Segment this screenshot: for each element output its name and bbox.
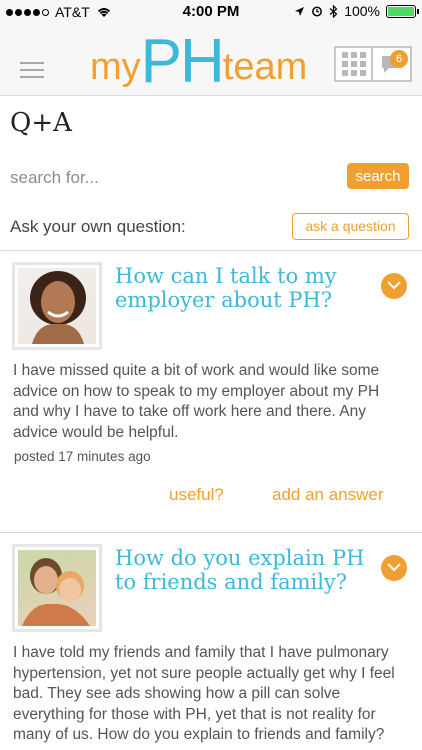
- status-right: 100%: [294, 3, 419, 19]
- posted-time: posted 17 minutes ago: [14, 449, 151, 464]
- avatar[interactable]: [12, 544, 102, 632]
- battery-icon: [386, 4, 419, 18]
- app-header: my PH team: [0, 24, 422, 96]
- add-answer-link[interactable]: add an answer: [272, 485, 384, 505]
- logo-team: team: [222, 46, 308, 88]
- logo-ph: PH: [140, 27, 225, 96]
- app-logo: my PH team: [90, 27, 308, 96]
- notification-badge: 6: [390, 50, 408, 68]
- question-title[interactable]: How can I talk to my employer about PH?: [115, 264, 370, 312]
- alarm-icon: [312, 6, 323, 17]
- avatar[interactable]: [12, 262, 102, 350]
- search-button[interactable]: search: [347, 163, 409, 189]
- menu-icon[interactable]: [20, 62, 44, 83]
- bluetooth-icon: [329, 4, 338, 18]
- question-body: I have told my friends and family that I…: [13, 644, 395, 743]
- question-body: I have missed quite a bit of work and wo…: [13, 362, 380, 441]
- useful-link[interactable]: useful?: [169, 485, 224, 505]
- apps-grid-icon[interactable]: [336, 48, 374, 80]
- divider: [0, 250, 422, 251]
- divider: [0, 532, 422, 533]
- chevron-down-icon[interactable]: [381, 273, 407, 299]
- page-title: Q+A: [10, 108, 72, 138]
- chevron-down-icon[interactable]: [381, 555, 407, 581]
- ask-question-label: Ask your own question:: [10, 217, 186, 236]
- ask-question-button[interactable]: ask a question: [292, 213, 409, 240]
- question-title[interactable]: How do you explain PH to friends and fam…: [115, 546, 370, 594]
- status-bar: AT&T 4:00 PM 100%: [0, 0, 422, 24]
- search-input[interactable]: [8, 164, 338, 192]
- battery-percent: 100%: [344, 3, 380, 19]
- location-icon: [295, 6, 305, 16]
- logo-my: my: [90, 46, 141, 88]
